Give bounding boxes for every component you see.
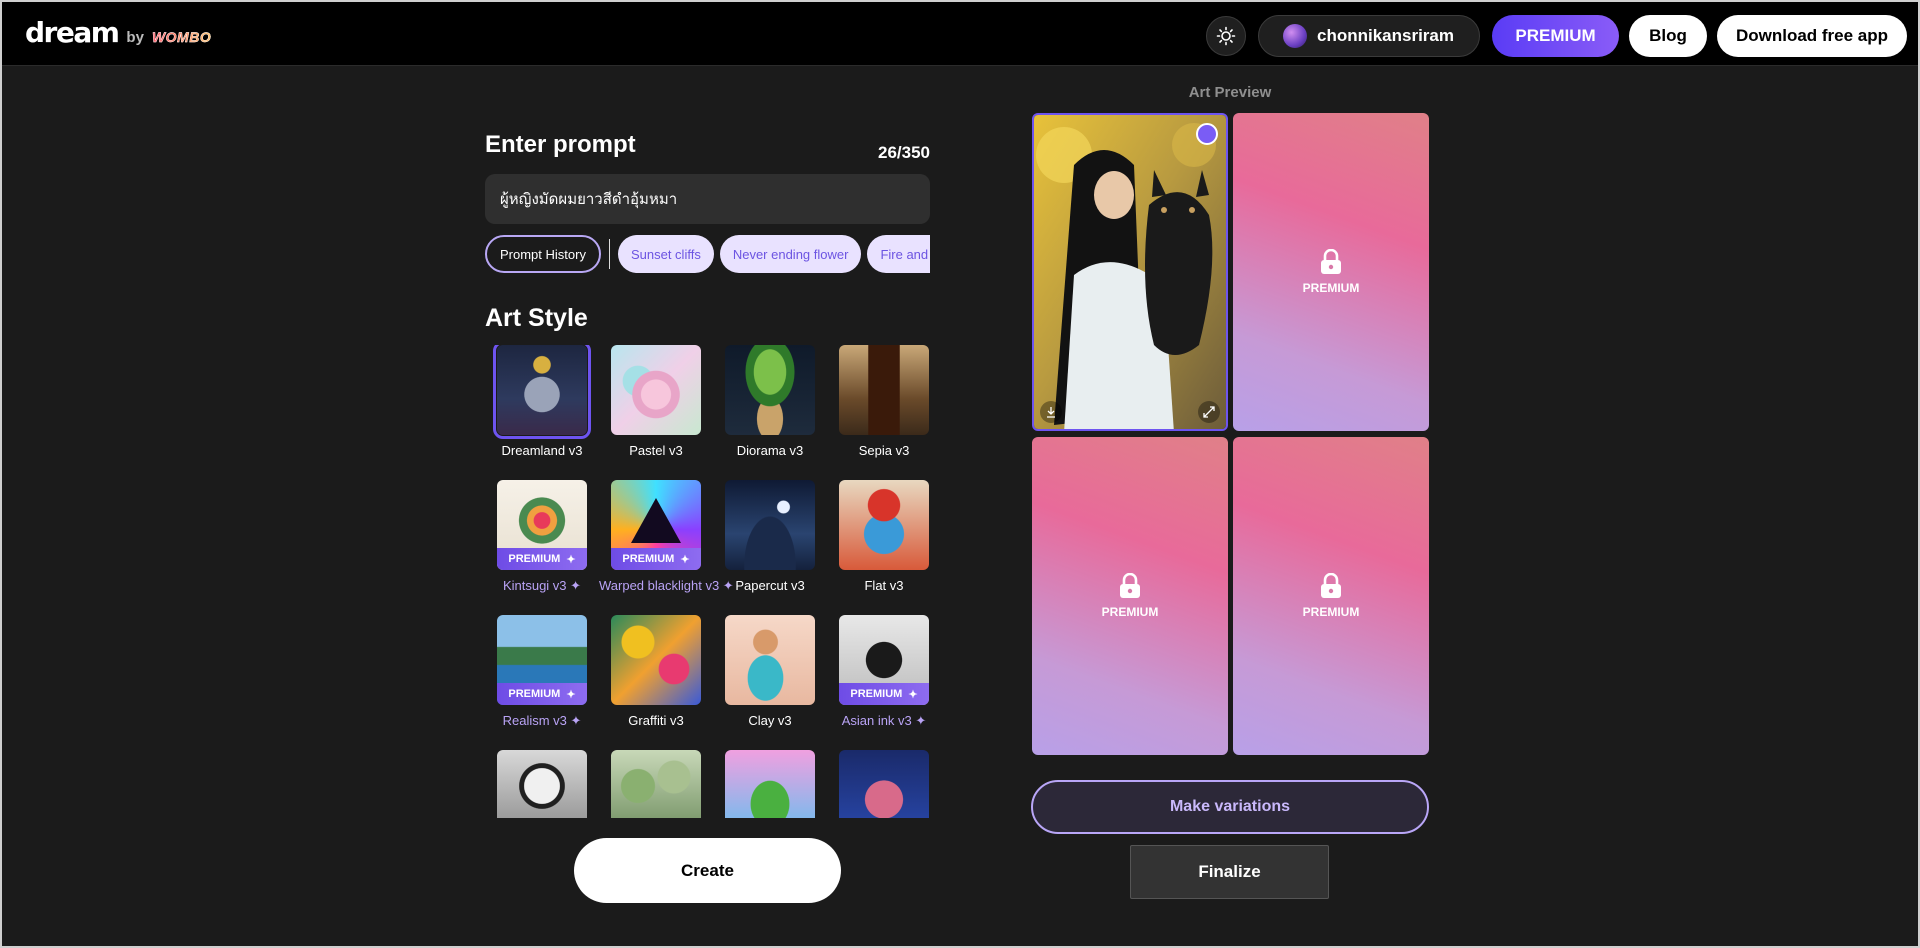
top-navbar: dream by WOMBO chonnikansriram PREMIUM B… — [2, 2, 1918, 66]
style-thumbnail-dreamland — [493, 345, 591, 439]
style-label: Papercut v3 — [735, 578, 805, 593]
art-style-grid: Dreamland v3 Pastel v3 Diorama v3 Sepia … — [485, 345, 935, 818]
style-label: Asian ink v3 ✦ — [841, 713, 927, 728]
style-thumbnail-sepia — [839, 345, 929, 435]
logo-by-text: by — [126, 29, 144, 46]
style-label: Graffiti v3 — [628, 713, 684, 728]
style-thumbnail-papercut — [725, 480, 815, 570]
style-thumbnail-realism: PREMIUM ✦ — [497, 615, 587, 705]
style-thumbnail-graffiti — [611, 615, 701, 705]
style-tile-pastel[interactable]: Pastel v3 — [599, 345, 713, 458]
style-label: Flat v3 — [864, 578, 904, 593]
style-thumbnail-kintsugi: PREMIUM ✦ — [497, 480, 587, 570]
premium-badge: PREMIUM ✦ — [839, 683, 929, 705]
preview-image-main[interactable] — [1032, 113, 1228, 431]
style-thumbnail — [725, 750, 815, 818]
expand-icon[interactable] — [1198, 401, 1220, 423]
style-label: Kintsugi v3 ✦ — [502, 578, 582, 593]
style-thumbnail-clay — [725, 615, 815, 705]
selected-indicator-icon[interactable] — [1196, 123, 1218, 145]
premium-lock-label: PREMIUM — [1302, 605, 1360, 619]
lock-icon — [1321, 573, 1341, 598]
prompt-history-button[interactable]: Prompt History — [485, 235, 601, 273]
preview-image-locked[interactable]: PREMIUM — [1233, 437, 1429, 755]
style-label: Dreamland v3 — [501, 443, 583, 458]
suggestion-chip[interactable]: Sunset cliffs — [617, 235, 714, 273]
sun-icon — [1216, 26, 1236, 46]
style-thumbnail-pastel — [611, 345, 701, 435]
style-tile-graffiti[interactable]: Graffiti v3 — [599, 615, 713, 728]
style-label: Realism v3 ✦ — [502, 713, 582, 728]
style-tile-papercut[interactable]: Papercut v3 — [713, 480, 827, 593]
style-tile-diorama[interactable]: Diorama v3 — [713, 345, 827, 458]
premium-badge: PREMIUM ✦ — [497, 683, 587, 705]
user-menu-button[interactable]: chonnikansriram — [1258, 15, 1480, 57]
app-frame — [0, 0, 1920, 948]
style-thumbnail — [611, 750, 701, 818]
style-tile-sepia[interactable]: Sepia v3 — [827, 345, 935, 458]
chip-divider — [608, 239, 610, 269]
style-thumbnail-diorama — [725, 345, 815, 435]
preview-image-locked[interactable]: PREMIUM — [1032, 437, 1228, 755]
lock-icon — [1120, 573, 1140, 598]
blog-button[interactable]: Blog — [1629, 15, 1707, 57]
style-tile-warped-blacklight[interactable]: PREMIUM ✦ Warped blacklight v3 ✦ — [599, 480, 734, 594]
preview-image-locked[interactable]: PREMIUM — [1233, 113, 1429, 431]
style-thumbnail-warped-blacklight: PREMIUM ✦ — [611, 480, 701, 570]
style-thumbnail — [839, 750, 929, 818]
style-tile-row4-4[interactable] — [827, 750, 935, 818]
download-app-button[interactable]: Download free app — [1717, 15, 1907, 57]
style-thumbnail-asian-ink: PREMIUM ✦ — [839, 615, 929, 705]
premium-button[interactable]: PREMIUM — [1492, 15, 1619, 57]
premium-lock-label: PREMIUM — [1302, 281, 1360, 295]
finalize-button[interactable]: Finalize — [1130, 845, 1329, 899]
style-label: Diorama v3 — [736, 443, 804, 458]
char-count: 26/350 — [878, 143, 930, 162]
style-tile-clay[interactable]: Clay v3 — [713, 615, 827, 728]
style-tile-kintsugi[interactable]: PREMIUM ✦ Kintsugi v3 ✦ — [485, 480, 599, 594]
logo-wombo-text: WOMBO — [151, 29, 212, 45]
art-preview-title: Art Preview — [1188, 84, 1272, 101]
prompt-title: Enter prompt — [485, 131, 636, 158]
style-tile-dreamland[interactable]: Dreamland v3 — [485, 345, 599, 458]
style-thumbnail-flat — [839, 480, 929, 570]
style-tile-row4-2[interactable] — [599, 750, 713, 818]
create-button[interactable]: Create — [574, 838, 841, 903]
style-label: Clay v3 — [748, 713, 792, 728]
theme-toggle-button[interactable] — [1206, 16, 1246, 56]
style-tile-flat[interactable]: Flat v3 — [827, 480, 935, 593]
suggestion-chip[interactable]: Never ending flower — [719, 235, 862, 273]
style-label: Pastel v3 — [629, 443, 683, 458]
premium-badge: PREMIUM ✦ — [611, 548, 701, 570]
make-variations-button[interactable]: Make variations — [1031, 780, 1429, 834]
style-tile-row4-3[interactable] — [713, 750, 827, 818]
prompt-chips-row: Prompt History Sunset cliffs Never endin… — [485, 235, 930, 273]
suggestion-chip[interactable]: Fire and w — [867, 235, 930, 273]
lock-icon — [1321, 249, 1341, 274]
premium-lock-label: PREMIUM — [1101, 605, 1159, 619]
download-icon[interactable] — [1040, 401, 1062, 423]
art-style-title: Art Style — [485, 304, 588, 332]
logo-dream-text: dream — [25, 16, 120, 49]
premium-badge: PREMIUM ✦ — [497, 548, 587, 570]
dream-logo[interactable]: dream by WOMBO — [25, 16, 211, 49]
style-label: Sepia v3 — [858, 443, 910, 458]
style-tile-realism[interactable]: PREMIUM ✦ Realism v3 ✦ — [485, 615, 599, 729]
style-tile-row4-1[interactable] — [485, 750, 599, 818]
username-label: chonnikansriram — [1317, 26, 1454, 45]
prompt-input[interactable]: ผู้หญิงมัดผมยาวสีดำอุ้มหมา — [485, 174, 930, 224]
generated-artwork — [1034, 115, 1226, 429]
avatar — [1283, 24, 1307, 48]
style-tile-asian-ink[interactable]: PREMIUM ✦ Asian ink v3 ✦ — [827, 615, 935, 729]
style-label: Warped blacklight v3 ✦ — [599, 578, 734, 593]
style-thumbnail — [497, 750, 587, 818]
